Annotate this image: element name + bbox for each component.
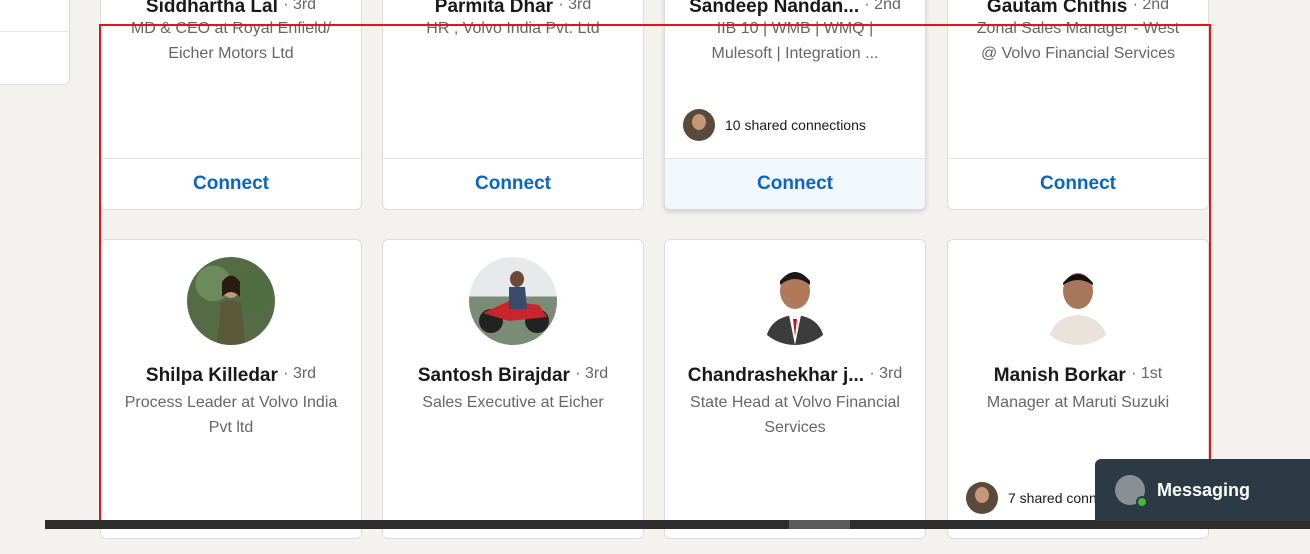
card-name[interactable]: Chandrashekhar j... [688,365,864,386]
card-name[interactable]: Gautam Chithis [987,0,1127,17]
connection-card-chandrashekhar[interactable]: Chandrashekhar j... · 3rd State Head at … [664,239,926,539]
card-headline: State Head at Volvo Financial Services [677,390,913,440]
headline-line: HR , Volvo India Pvt. Ltd [426,20,600,37]
person-photo-icon [1048,273,1108,345]
card-headline: Manager at Maruti Suzuki [960,390,1196,415]
connect-button[interactable]: Connect [475,173,551,195]
card-footer[interactable]: Connect [665,158,925,209]
headline-line: Eicher Motors Ltd [168,45,294,62]
degree-badge: · 3rd [575,365,609,382]
connect-button[interactable]: Connect [757,173,833,195]
card-headline: Process Leader at Volvo India Pvt ltd [113,390,349,440]
degree-badge: · 3rd [869,365,903,382]
headline-line: Manager at Maruti Suzuki [986,394,1170,411]
card-name[interactable]: Siddhartha Lal [146,0,278,17]
card-name-row[interactable]: Shilpa Killedar · 3rd [101,365,361,387]
left-panel-divider [0,31,69,32]
card-headline: MD & CEO at Royal Enfield/Eicher Motors … [113,16,349,66]
card-footer[interactable]: Connect [383,158,643,209]
card-headline: IIB 10 | WMB | WMQ | Mulesoft | Integrati… [677,16,913,66]
shared-connections[interactable]: 10 shared connections [683,109,866,141]
headline-line: Process Leader at Volvo India [124,394,338,411]
messaging-bar[interactable]: Messaging [1095,459,1310,521]
person-photo-icon [217,275,245,345]
headline-line: MD & CEO at Royal Enfield/ [130,20,332,37]
card-footer[interactable]: Connect [948,158,1208,209]
horizontal-scrollbar[interactable] [45,520,1310,529]
connection-card-gautam[interactable]: Gautam Chithis · 2nd Zonal Sales Manager… [947,0,1209,210]
profile-avatar[interactable] [187,257,275,345]
card-footer[interactable]: Connect [101,158,361,209]
headline-line: Sales Executive at Eicher [422,394,604,411]
card-name[interactable]: Sandeep Nandan... [689,0,859,17]
degree-badge: · 1st [1131,365,1163,382]
shared-connection-avatar [683,109,715,141]
card-name[interactable]: Santosh Birajdar [418,365,570,386]
card-name-row[interactable]: Manish Borkar · 1st [948,365,1208,387]
connection-card-sandeep[interactable]: Sandeep Nandan... · 2nd IIB 10 | WMB | W… [664,0,926,210]
card-headline: Sales Executive at Eicher [395,390,631,415]
profile-avatar[interactable] [469,257,557,345]
degree-badge: · 3rd [283,365,317,382]
card-name[interactable]: Manish Borkar [994,365,1126,386]
headline-line: Mulesoft | Integration ... [711,45,879,62]
messaging-label[interactable]: Messaging [1157,480,1250,501]
headline-line: Services [764,419,826,436]
card-name-row[interactable]: Santosh Birajdar · 3rd [383,365,643,387]
online-status-icon [1136,496,1148,508]
headline-line: Zonal Sales Manager - West [976,20,1180,37]
headline-line: Pvt ltd [208,419,254,436]
connection-card-siddhartha[interactable]: Siddhartha Lal · 3rd MD & CEO at Royal E… [100,0,362,210]
connect-button[interactable]: Connect [193,173,269,195]
profile-avatar[interactable] [1034,257,1122,345]
card-name-row[interactable]: Chandrashekhar j... · 3rd [665,365,925,387]
profile-avatar[interactable] [751,257,839,345]
degree-badge: · 3rd [283,0,317,13]
headline-line: @ Volvo Financial Services [980,45,1176,62]
card-headline: Zonal Sales Manager - West @ Volvo Financ… [960,16,1196,66]
person-photo-icon [765,272,825,345]
card-name[interactable]: Shilpa Killedar [146,365,278,386]
shared-connections-label: 10 shared connections [725,117,866,133]
messaging-avatar [1115,475,1148,508]
connect-button[interactable]: Connect [1040,173,1116,195]
motorbike-photo-icon [479,271,549,333]
headline-line: IIB 10 | WMB | WMQ | [716,20,874,37]
card-name[interactable]: Parmita Dhar [435,0,553,17]
connection-card-shilpa[interactable]: Shilpa Killedar · 3rd Process Leader at … [100,239,362,539]
card-headline: HR , Volvo India Pvt. Ltd [395,16,631,41]
headline-line: State Head at Volvo Financial [690,394,900,411]
degree-badge: · 2nd [1132,0,1170,13]
shared-connection-avatar [966,482,998,514]
connection-card-santosh[interactable]: Santosh Birajdar · 3rd Sales Executive a… [382,239,644,539]
connection-card-parmita[interactable]: Parmita Dhar · 3rd HR , Volvo India Pvt.… [382,0,644,210]
scrollbar-thumb[interactable] [789,520,850,529]
degree-badge: · 3rd [558,0,592,13]
left-side-panel [0,0,70,85]
degree-badge: · 2nd [864,0,901,13]
